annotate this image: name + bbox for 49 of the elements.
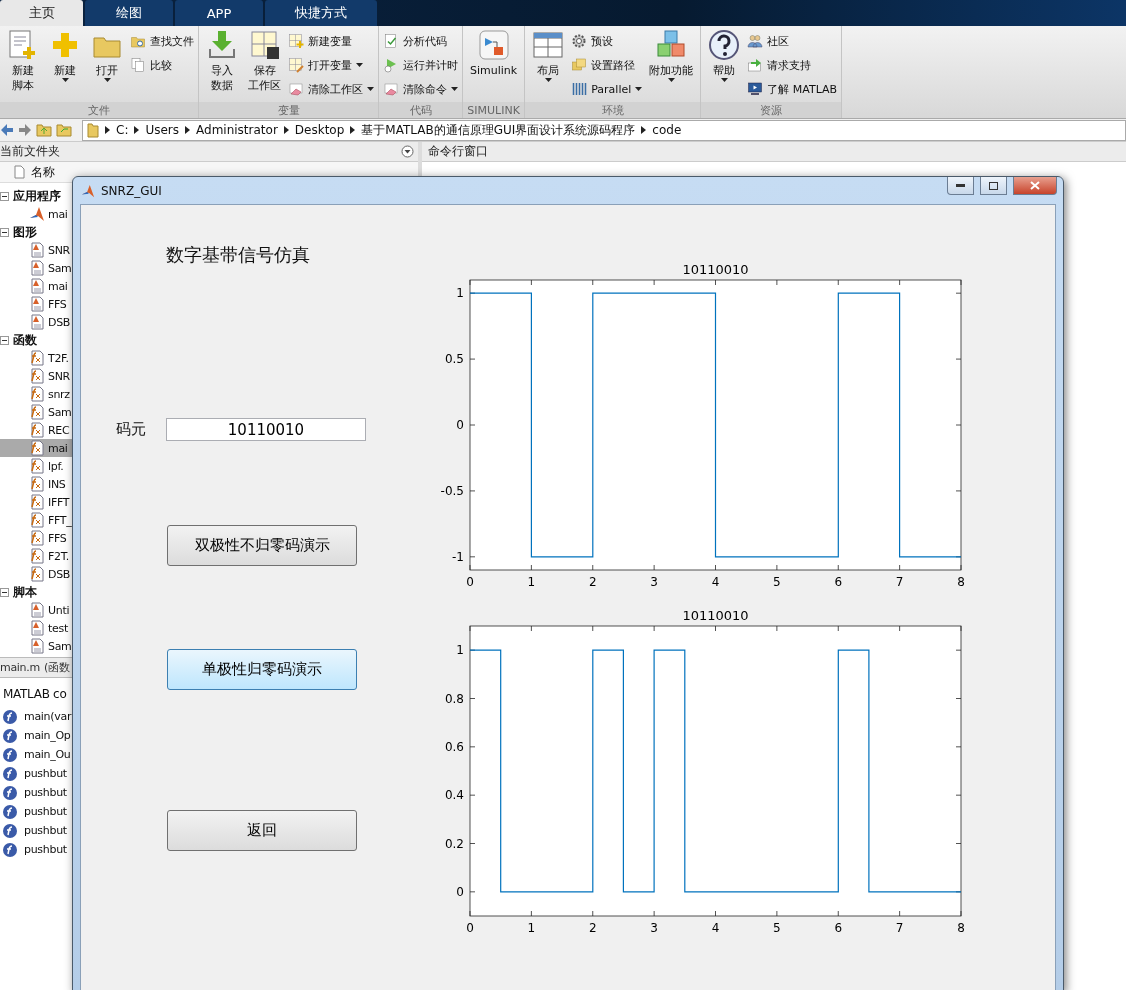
- tick-label: 6: [834, 921, 843, 935]
- tick-label: 0: [466, 575, 474, 589]
- tick-label: 0: [456, 418, 464, 432]
- tick-label: -0.5: [440, 483, 464, 498]
- tick-label: 0: [466, 921, 474, 935]
- tick-label: 3: [650, 921, 658, 935]
- tick-label: 4: [711, 921, 720, 935]
- tick-label: -1: [452, 549, 464, 564]
- chart-title: 10110010: [682, 262, 749, 277]
- group-label: 文件: [0, 102, 198, 118]
- group-heading: 应用程序: [13, 187, 61, 205]
- tick-label: 1: [527, 575, 536, 589]
- field-label: 码元: [116, 420, 147, 439]
- group-heading: 图形: [13, 223, 37, 241]
- group-heading: 函数: [13, 331, 37, 349]
- file-type: (函数: [43, 660, 70, 675]
- group-label: SIMULINK: [463, 102, 525, 118]
- tick-label: 0.5: [444, 352, 464, 367]
- tick-label: 2: [588, 921, 597, 935]
- tick-label: 7: [895, 921, 904, 935]
- tick-label: 1: [456, 286, 464, 301]
- tick-label: 5: [773, 921, 781, 935]
- tick-label: 0.2: [444, 836, 464, 851]
- tick-label: 3: [650, 575, 658, 589]
- tick-label: 4: [711, 575, 720, 589]
- tick-label: 2: [588, 575, 597, 589]
- tick-label: 1: [456, 643, 464, 658]
- file-name: main.m: [0, 661, 40, 674]
- tick-label: 5: [773, 575, 781, 589]
- group-label: 环境: [525, 102, 701, 118]
- tick-label: 6: [834, 575, 843, 589]
- tick-label: 1: [527, 921, 536, 935]
- tick-label: 0.8: [444, 691, 464, 706]
- panel-title: 当前文件夹: [0, 143, 60, 160]
- group-label: 代码: [379, 102, 462, 118]
- chart-title: 10110010: [682, 608, 749, 623]
- tick-label: 7: [895, 575, 904, 589]
- panel-title: 命令行窗口: [427, 143, 488, 160]
- group-heading: 脚本: [13, 583, 37, 601]
- tick-label: 8: [957, 575, 965, 589]
- tick-label: 0.6: [444, 739, 464, 754]
- window-title: SNRZ_GUI: [101, 183, 163, 198]
- group-label: 变量: [199, 102, 378, 118]
- tick-label: 0: [456, 884, 464, 899]
- tick-label: 8: [957, 921, 965, 935]
- tick-label: 0.4: [444, 788, 464, 803]
- heading: 数字基带信号仿真: [166, 243, 311, 267]
- file-description: MATLAB co: [3, 687, 68, 701]
- group-label: 资源: [701, 102, 842, 118]
